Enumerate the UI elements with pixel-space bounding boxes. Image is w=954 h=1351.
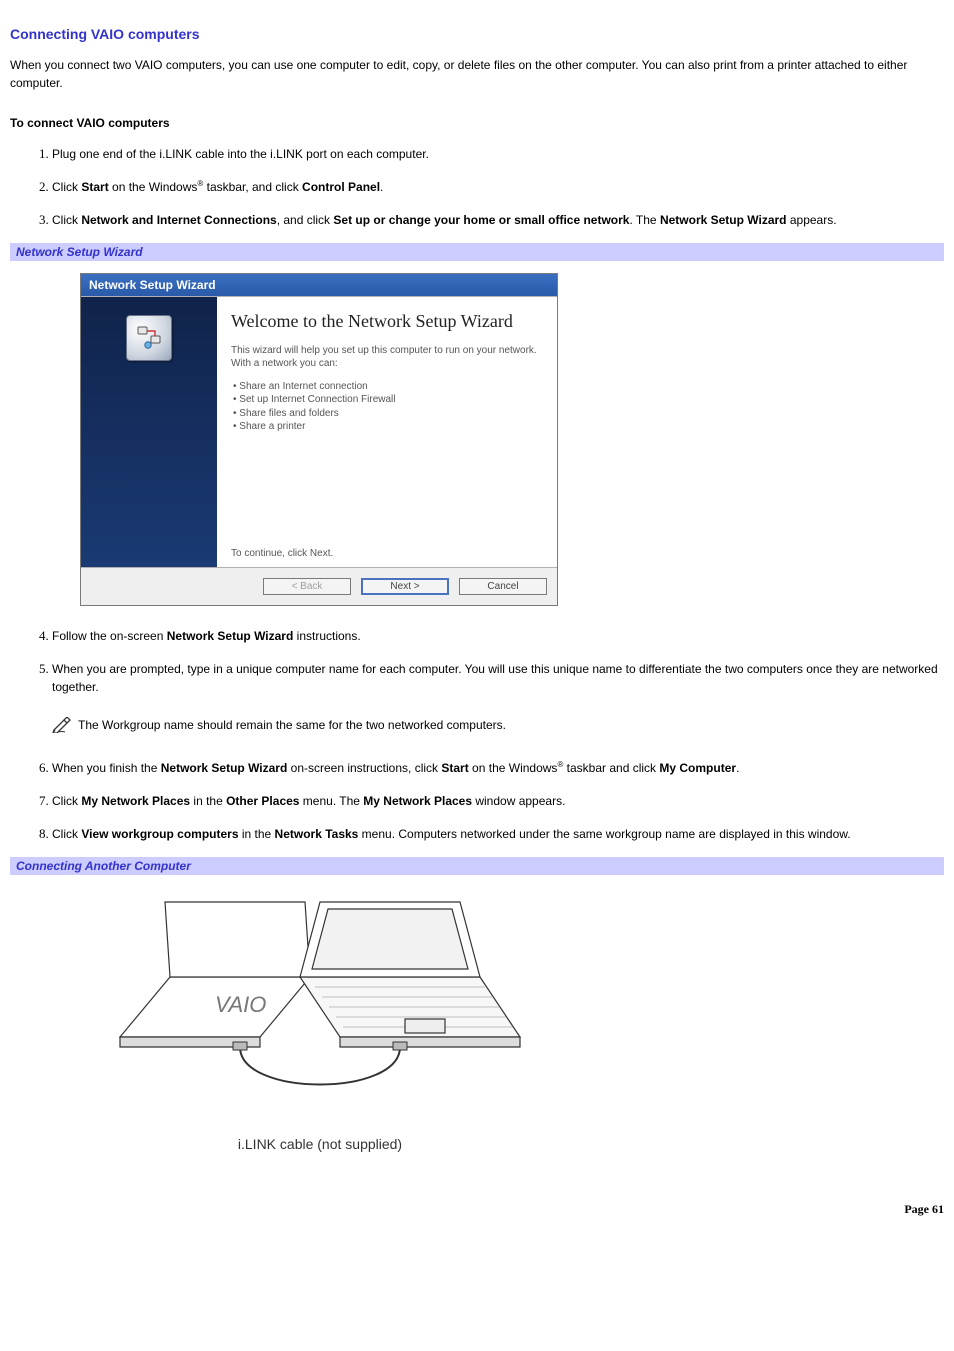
t: My Network Places [81, 794, 190, 808]
t: window appears. [472, 794, 565, 808]
step-5: When you are prompted, type in a unique … [52, 659, 944, 734]
t: menu. Computers networked under the same… [358, 827, 850, 841]
note-text: The Workgroup name should remain the sam… [78, 716, 506, 734]
t: taskbar, and click [203, 180, 302, 194]
illustration-caption: i.LINK cable (not supplied) [90, 1136, 550, 1152]
t: Click [52, 794, 81, 808]
wizard-window: Network Setup Wizard Welcome to the Netw… [80, 273, 558, 606]
t: Click [52, 180, 81, 194]
wizard-heading: Welcome to the Network Setup Wizard [231, 311, 539, 332]
t: in the [239, 827, 275, 841]
pencil-icon [52, 717, 72, 733]
page-number: Page 61 [10, 1202, 944, 1217]
t: Click [52, 213, 81, 227]
wizard-bullet: Share a printer [233, 420, 539, 434]
t: Start [441, 761, 468, 775]
network-icon [126, 315, 172, 361]
figure-caption-connecting: Connecting Another Computer [10, 857, 944, 875]
vaio-logo: VAIO [215, 992, 266, 1017]
t: My Network Places [363, 794, 472, 808]
t: Start [81, 180, 108, 194]
note-row: The Workgroup name should remain the sam… [52, 716, 944, 734]
step-6: When you finish the Network Setup Wizard… [52, 758, 944, 777]
wizard-sidebar [81, 297, 217, 567]
t: on the Windows [469, 761, 558, 775]
wizard-bullet: Share files and folders [233, 407, 539, 421]
wizard-main: Welcome to the Network Setup Wizard This… [217, 297, 557, 567]
next-button[interactable]: Next > [361, 578, 449, 595]
wizard-titlebar: Network Setup Wizard [81, 274, 557, 296]
step-7: Click My Network Places in the Other Pla… [52, 791, 944, 810]
t: Network Setup Wizard [660, 213, 787, 227]
t: menu. The [299, 794, 363, 808]
step-2: Click Start on the Windows® taskbar, and… [52, 177, 944, 196]
cancel-button[interactable]: Cancel [459, 578, 547, 595]
t: When you are prompted, type in a unique … [52, 662, 938, 694]
wizard-bullet: Set up Internet Connection Firewall [233, 393, 539, 407]
wizard-continue-text: To continue, click Next. [231, 548, 333, 559]
steps-list-b: Follow the on-screen Network Setup Wizar… [10, 626, 944, 843]
t: appears. [787, 213, 837, 227]
wizard-body: Welcome to the Network Setup Wizard This… [81, 296, 557, 567]
t: Click [52, 827, 81, 841]
t: Control Panel [302, 180, 380, 194]
t: View workgroup computers [81, 827, 238, 841]
back-button[interactable]: < Back [263, 578, 351, 595]
laptops-illustration: VAIO i.LINK cable ( [90, 887, 550, 1152]
t: . The [629, 213, 659, 227]
t: . [736, 761, 739, 775]
t: When you finish the [52, 761, 161, 775]
t: Follow the on-screen [52, 629, 167, 643]
t: , and click [277, 213, 334, 227]
page-title: Connecting VAIO computers [10, 26, 944, 42]
intro-text: When you connect two VAIO computers, you… [10, 56, 944, 92]
t: Network Setup Wizard [167, 629, 294, 643]
t: on-screen instructions, click [287, 761, 441, 775]
t: Set up or change your home or small offi… [333, 213, 629, 227]
wizard-bullet-list: Share an Internet connection Set up Inte… [233, 380, 539, 434]
t: instructions. [293, 629, 360, 643]
t: . [380, 180, 383, 194]
t: in the [190, 794, 226, 808]
t: Network and Internet Connections [81, 213, 276, 227]
step-3: Click Network and Internet Connections, … [52, 210, 944, 229]
wizard-bullet: Share an Internet connection [233, 380, 539, 394]
step-1: Plug one end of the i.LINK cable into th… [52, 144, 944, 163]
steps-list-a: Plug one end of the i.LINK cable into th… [10, 144, 944, 229]
t: taskbar and click [563, 761, 659, 775]
wizard-button-row: < Back Next > Cancel [81, 567, 557, 605]
wizard-subtext: This wizard will help you set up this co… [231, 344, 539, 370]
t: Network Setup Wizard [161, 761, 288, 775]
t: Network Tasks [275, 827, 359, 841]
step-8: Click View workgroup computers in the Ne… [52, 824, 944, 843]
step-4: Follow the on-screen Network Setup Wizar… [52, 626, 944, 645]
subheading: To connect VAIO computers [10, 116, 944, 130]
t: My Computer [659, 761, 736, 775]
t: Other Places [226, 794, 299, 808]
figure-caption-wizard: Network Setup Wizard [10, 243, 944, 261]
t: on the Windows [109, 180, 198, 194]
